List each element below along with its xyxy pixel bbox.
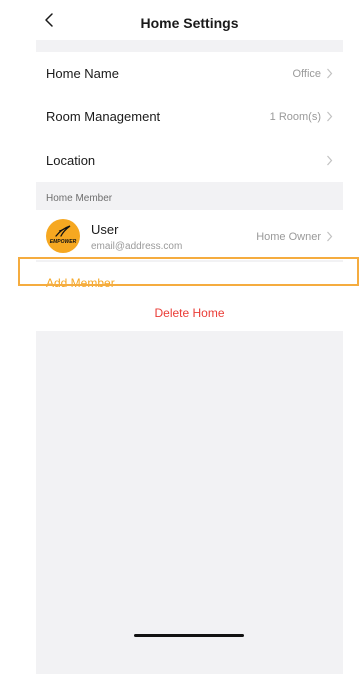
room-management-row[interactable]: Room Management 1 Room(s) [36, 94, 343, 138]
location-label: Location [46, 153, 96, 168]
home-name-value: Office [292, 68, 321, 80]
avatar-logo-text: EMPOWER [49, 239, 77, 245]
home-member-section-title: Home Member [46, 193, 113, 204]
page-title: Home Settings [140, 15, 239, 31]
chevron-right-icon [327, 68, 333, 79]
navigation-bar: Home Settings [36, 0, 343, 40]
member-name: User [91, 222, 119, 237]
member-email: email@address.com [91, 241, 183, 252]
delete-home-button[interactable]: Delete Home [36, 306, 343, 320]
home-settings-screen: Home Settings Home Name Office Room Mana… [36, 0, 343, 674]
home-indicator [134, 634, 244, 637]
member-role: Home Owner [256, 231, 321, 243]
home-name-label: Home Name [46, 66, 119, 81]
room-management-value: 1 Room(s) [269, 111, 321, 123]
home-name-row[interactable]: Home Name Office [36, 52, 343, 94]
add-member-highlight [18, 257, 359, 286]
room-management-label: Room Management [46, 109, 161, 124]
location-row[interactable]: Location [36, 138, 343, 182]
bird-logo-icon [55, 225, 71, 237]
chevron-right-icon [327, 231, 333, 242]
chevron-right-icon [327, 111, 333, 122]
chevron-right-icon [327, 155, 333, 166]
delete-home-row[interactable]: Delete Home [36, 296, 343, 331]
avatar: EMPOWER [46, 219, 80, 253]
